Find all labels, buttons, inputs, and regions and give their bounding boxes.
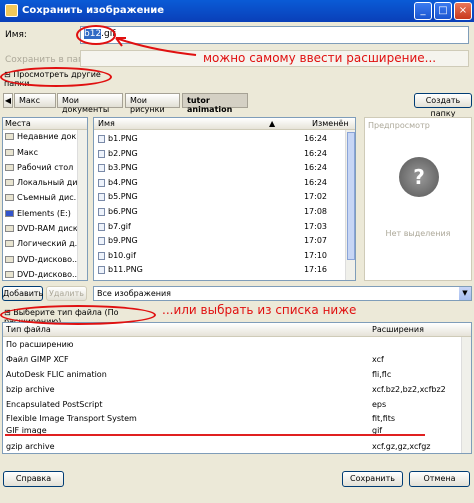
annotation-arrow: [115, 37, 197, 56]
annotation-list-hint: ...или выбрать из списка ниже: [162, 303, 357, 317]
annotation-extension-hint: можно самому ввести расширение...: [203, 51, 437, 65]
